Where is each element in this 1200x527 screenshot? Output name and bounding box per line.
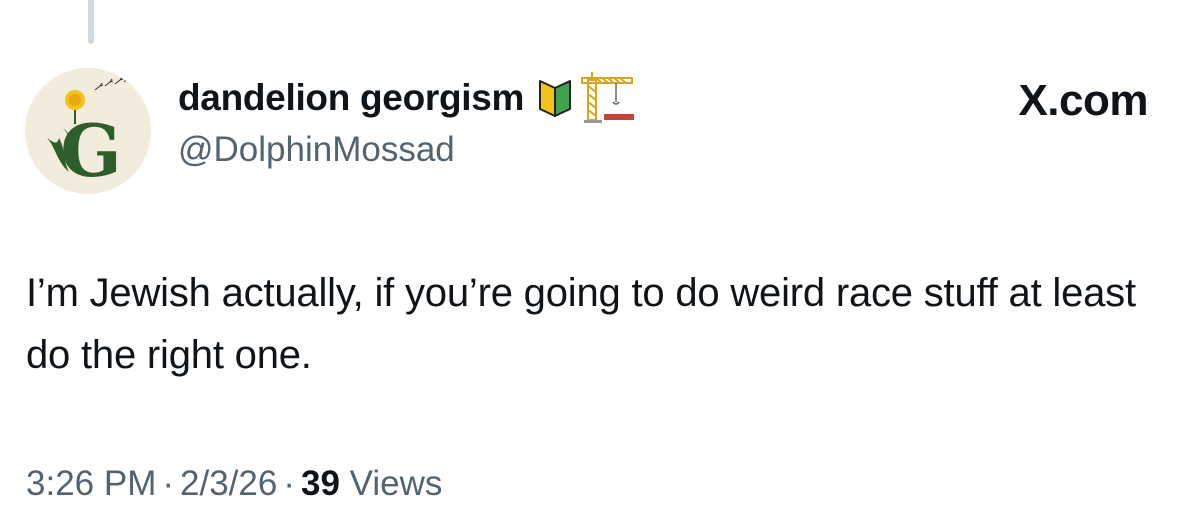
author-handle[interactable]: @DolphinMossad	[178, 130, 636, 170]
thread-connector-line	[88, 0, 94, 44]
dandelion-g-logo-icon: G	[25, 68, 151, 194]
beginner-shield-icon	[538, 78, 572, 118]
display-name[interactable]: dandelion georgism	[178, 77, 524, 119]
views-count: 39	[300, 464, 340, 503]
avatar[interactable]: G	[25, 68, 151, 194]
tweet-time[interactable]: 3:26 PM	[26, 464, 156, 503]
site-logo: X.com	[1018, 76, 1148, 126]
site-logo-text: X.com	[1018, 76, 1148, 125]
name-row: dandelion georgism	[178, 72, 636, 124]
views-label: Views	[349, 464, 443, 503]
meta-separator: ·	[283, 464, 295, 503]
author-identity: dandelion georgism @DolphinMossad	[178, 72, 636, 170]
tweet-date[interactable]: 2/3/26	[180, 464, 277, 503]
tweet-text: I’m Jewish actually, if you’re going to …	[26, 271, 1136, 377]
avatar-letter: G	[60, 108, 122, 193]
construction-crane-icon	[580, 72, 636, 124]
meta-separator: ·	[162, 464, 175, 503]
tweet-meta: 3:26 PM · 2/3/26 · 39 Views	[26, 464, 442, 504]
